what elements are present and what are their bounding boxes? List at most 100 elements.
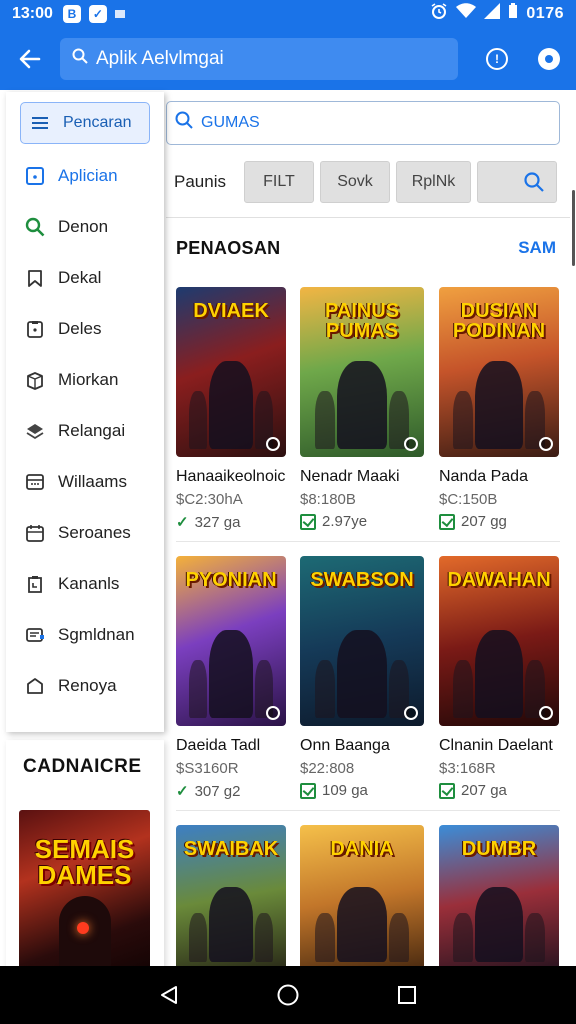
sidebar-item-label: Sgmldnan [58, 624, 135, 644]
verified-check-icon [300, 782, 316, 799]
game-cover[interactable]: DUMBR [439, 825, 559, 970]
settings-button[interactable] [536, 46, 562, 72]
game-price: $22:808 [300, 760, 355, 777]
sidebar-item-kananls[interactable]: Kananls [6, 558, 164, 609]
game-cover[interactable]: DANIA [300, 825, 424, 970]
game-price: $C:150B [439, 491, 498, 508]
search-value: GUMAS [201, 114, 260, 131]
glow-effect [77, 922, 89, 934]
sidebar-item-label: Denon [58, 216, 109, 236]
sidebar-item-seroanes[interactable]: Seroanes [6, 507, 164, 558]
game-title: Clnanin Daelant [439, 737, 553, 754]
game-price: $S3160R [176, 760, 239, 777]
game-size: 327 ga [194, 513, 241, 531]
game-cover[interactable]: PAINUS PUMAS [300, 287, 424, 457]
nav-back-button[interactable] [154, 980, 184, 1010]
game-title: Onn Baanga [300, 737, 390, 754]
cover-hero [475, 360, 523, 449]
divider [166, 217, 570, 218]
app-search-bar[interactable]: Aplik Aelvlmgai [60, 37, 458, 80]
sidebar-item-sgmldnan[interactable]: Sgmldnan [6, 609, 164, 660]
sidebar-item-label: Miorkan [58, 369, 119, 389]
badge-icon [539, 706, 553, 720]
cover-figure [314, 391, 335, 449]
search-icon [72, 48, 88, 69]
scrollbar[interactable] [572, 190, 575, 266]
tick-icon: ✓ [176, 783, 189, 800]
game-meta: 207 gg [439, 513, 507, 530]
sidebar-item-label: Seroanes [58, 522, 131, 542]
square-dot-icon [24, 166, 46, 186]
badge-icon [404, 706, 418, 720]
sidebar-item-denon[interactable]: Denon [6, 201, 164, 252]
sidebar-item-deles[interactable]: Deles [6, 303, 164, 354]
sidebar-item-miorkan[interactable]: Miorkan [6, 354, 164, 405]
game-cover[interactable]: SWABSON [300, 556, 424, 726]
game-meta: 2.97ye [300, 513, 367, 530]
sidebar-item-relangai[interactable]: Relangai [6, 405, 164, 456]
sidebar-item-label: Kananls [58, 573, 120, 593]
sidebar-item-renoya[interactable]: Renoya [6, 660, 164, 711]
row-divider [176, 541, 560, 542]
section-title: PENAOSAN [176, 238, 281, 258]
sidebar-drawer: Pencaran Aplician Denon Dekal Deles Mior… [6, 92, 164, 732]
game-cover[interactable]: SWAIBAK [176, 825, 286, 970]
verified-check-icon [300, 513, 316, 530]
nav-home-button[interactable] [273, 980, 303, 1010]
clipboard-icon [24, 319, 46, 339]
menu-icon [29, 113, 51, 133]
cover-figure [255, 912, 273, 962]
search-icon [24, 217, 46, 237]
badge-icon [539, 437, 553, 451]
featured-game-cover[interactable]: SEMAIS DAMES [19, 810, 150, 970]
cover-title: SWAIBAK [183, 838, 279, 860]
cover-figure [314, 660, 335, 718]
game-cover[interactable]: DAWAHAN [439, 556, 559, 726]
game-title: Nanda Pada [439, 468, 528, 485]
search-icon [524, 172, 544, 192]
filter-chip[interactable]: Sovk [319, 161, 390, 203]
filter-label: Paunis [174, 172, 226, 191]
cover-hero [337, 629, 387, 718]
game-search-input[interactable]: GUMAS [166, 101, 560, 145]
cover-hero [475, 629, 523, 718]
sidebar-item-search[interactable]: Pencaran [20, 102, 150, 144]
cover-title: SWABSON [310, 569, 414, 591]
see-all-link[interactable]: SAM [518, 238, 556, 258]
cover-hero [337, 886, 387, 962]
featured-cover-text: SEMAIS DAMES [34, 834, 135, 890]
game-cover[interactable]: PYONIAN [176, 556, 286, 726]
system-nav-bar [0, 966, 576, 1024]
sidebar-item-apps[interactable]: Aplician [6, 150, 164, 201]
sidebar-item-willaams[interactable]: Willaams [6, 456, 164, 507]
cover-figure [189, 660, 207, 718]
sidebar-item-dekal[interactable]: Dekal [6, 252, 164, 303]
cover-figure [389, 912, 410, 962]
featured-panel: CADNAICRE SEMAIS DAMES [6, 740, 164, 970]
cover-title: DAWAHAN [447, 569, 551, 591]
sidebar-item-label: Renoya [58, 675, 117, 695]
game-meta: 109 ga [300, 782, 368, 799]
b-app-icon: B [62, 4, 81, 23]
verified-check-icon [439, 513, 455, 530]
recents-square-icon [397, 986, 416, 1004]
sidebar-item-label: Dekal [58, 267, 102, 287]
info-button[interactable]: ! [484, 46, 510, 72]
cover-hero [475, 886, 523, 962]
game-cover[interactable]: DUSIAN PODINAN [439, 287, 559, 457]
filter-chip[interactable]: FILT [243, 161, 314, 203]
back-button[interactable] [0, 27, 60, 90]
game-cover[interactable]: DVIAEK [176, 287, 286, 457]
bookmark-icon [24, 268, 46, 288]
verified-check-icon [439, 782, 455, 799]
nav-recents-button[interactable] [392, 980, 422, 1010]
gear-icon [538, 47, 560, 70]
row-divider [176, 810, 560, 811]
search-icon [175, 111, 193, 135]
filter-search-button[interactable] [476, 161, 557, 203]
sidebar-item-label: Deles [58, 318, 102, 338]
game-title: Nenadr Maaki [300, 468, 400, 485]
alarm-icon [430, 2, 448, 25]
cover-hero [209, 886, 253, 962]
filter-chip[interactable]: RplNk [395, 161, 471, 203]
